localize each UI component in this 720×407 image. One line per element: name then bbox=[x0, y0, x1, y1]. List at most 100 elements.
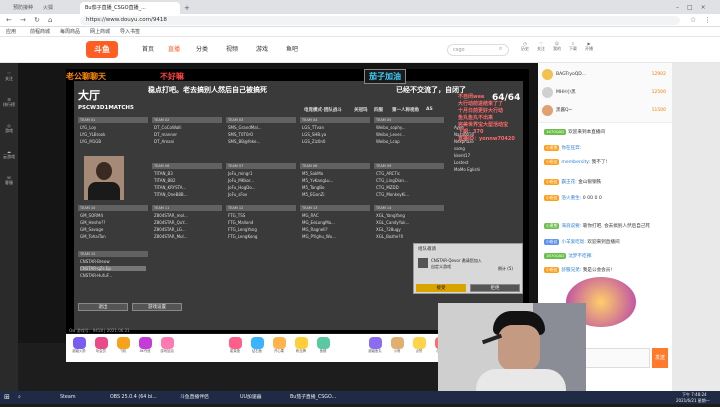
window-controls[interactable]: –□× bbox=[676, 2, 716, 14]
gift-item[interactable]: 粉丝牌 bbox=[292, 337, 310, 357]
gift-item[interactable]: 开心果 bbox=[270, 337, 288, 357]
team-header: TEAM 12 bbox=[226, 205, 296, 211]
home-icon[interactable]: ⌂ bbox=[48, 15, 52, 26]
gift-item[interactable]: 超级火箭 bbox=[70, 337, 88, 357]
taskbar-item[interactable]: 斗鱼直播伴侣 bbox=[180, 391, 209, 404]
player-slot: CTG_ARCTic bbox=[376, 171, 401, 176]
nav-fishbar[interactable]: 鱼吧 bbox=[286, 44, 298, 56]
history-icon[interactable]: ◷ 历史 bbox=[518, 41, 532, 59]
bookmark-item[interactable]: 导入书签 bbox=[120, 27, 140, 37]
nav-video[interactable]: 视频 bbox=[226, 44, 238, 56]
taskbar-search-icon[interactable]: ⌕ bbox=[18, 391, 21, 404]
player-slot: TITAN_BB2 bbox=[154, 178, 176, 183]
spectator: Nexphaze bbox=[454, 139, 474, 144]
player-slot: CTG_LingDian... bbox=[376, 178, 408, 183]
browser-tab[interactable]: 预防接种 bbox=[8, 2, 36, 14]
sidebar-item-rank[interactable]: ☰ 排行榜 bbox=[0, 97, 18, 107]
mode-label: 第一人称视角 bbox=[392, 108, 419, 113]
clock-date: 2021/6/21 星期一 bbox=[676, 398, 710, 403]
right-edge-panel bbox=[672, 63, 720, 391]
chat-message: 小粉丝 舒服兄弟: 我是公会会员! bbox=[544, 267, 613, 273]
bookmark-item[interactable]: 前程商城 bbox=[30, 27, 50, 37]
exit-button[interactable]: 退出 bbox=[78, 303, 128, 311]
gift-item[interactable]: 8K夺冠 bbox=[136, 337, 154, 357]
team-header: TEAM 04 bbox=[300, 117, 370, 123]
mode-label: 电竞模式·团队战斗 bbox=[304, 108, 342, 113]
player-slot: LGS_TTvan bbox=[302, 125, 325, 130]
chat-message: 小粉丝 小羊爱吃饭: 欢迎来到直播间 bbox=[544, 239, 620, 245]
avatar bbox=[542, 69, 553, 80]
gift-item[interactable]: 点赞 bbox=[410, 337, 428, 357]
forward-icon[interactable]: → bbox=[20, 15, 26, 26]
gift-item[interactable]: 能量值 bbox=[226, 337, 244, 357]
spectator: Lostest bbox=[454, 160, 469, 165]
player-slot: Weibo_sophy... bbox=[376, 125, 406, 130]
team-header: TEAM 10 bbox=[78, 205, 148, 211]
player-slot: LYG_Loy bbox=[80, 125, 97, 130]
gift-item[interactable]: 飞机 bbox=[114, 337, 132, 357]
nav-home[interactable]: 首页 bbox=[142, 44, 154, 56]
player-slot-selected: CNSTAR-qZs.Ep bbox=[80, 266, 146, 271]
back-icon[interactable]: ← bbox=[6, 15, 12, 26]
countdown: 倒计 (5) bbox=[498, 266, 513, 271]
site-logo[interactable]: 斗鱼 bbox=[86, 41, 118, 58]
nav-game[interactable]: 游戏 bbox=[256, 44, 268, 56]
accept-button[interactable]: 接受 bbox=[416, 284, 466, 292]
new-tab-icon[interactable]: + bbox=[184, 2, 190, 14]
bookmark-item[interactable]: 网上商城 bbox=[90, 27, 110, 37]
rank-row[interactable]: MHH小黑 12500 bbox=[542, 87, 670, 99]
sidebar-item-game[interactable]: ◎ 游戏 bbox=[0, 123, 18, 133]
dialog-title: 组队邀请 bbox=[418, 247, 436, 252]
player-slot: Z804STAR_LG... bbox=[154, 227, 186, 232]
user-icon[interactable]: ☺ 我的 bbox=[550, 41, 564, 59]
decline-button[interactable]: 拒绝 bbox=[470, 284, 520, 292]
chat-message: 小黑熊 你在狂奔: bbox=[544, 145, 582, 151]
chat-message: 小黑熊 海浪说要: 靠你打吧, 会去搞别人然后自己死 bbox=[544, 223, 651, 229]
sidebar-item-follow[interactable]: ♡ 关注 bbox=[0, 71, 18, 81]
team-header: TEAM 02 bbox=[152, 117, 222, 123]
nav-live[interactable]: 直播 bbox=[168, 44, 180, 56]
live-icon[interactable]: ▶ 开播 bbox=[582, 41, 596, 59]
gift-item[interactable]: 鱼翅 bbox=[314, 337, 332, 357]
follow-icon[interactable]: ♡ 关注 bbox=[534, 41, 548, 59]
mode-label: 四服 bbox=[374, 108, 383, 113]
gift-item[interactable]: 游戏加油 bbox=[158, 337, 176, 357]
team-header: TEAM 08 bbox=[300, 163, 370, 169]
taskbar-item[interactable]: Steam bbox=[60, 391, 76, 404]
player-slot: JoFu_HogDo... bbox=[228, 185, 256, 190]
download-icon[interactable]: ⇩ 下载 bbox=[566, 41, 580, 59]
gift-item[interactable]: 玩会员 bbox=[92, 337, 110, 357]
reload-icon[interactable]: ↻ bbox=[34, 15, 40, 26]
nav-category[interactable]: 分类 bbox=[196, 44, 208, 56]
donation-line: 完美世界宝大型活动宝 bbox=[458, 122, 509, 128]
taskbar-item[interactable]: OBS 25.0.4 (64 bi... bbox=[110, 391, 157, 404]
bookmark-item[interactable]: 应用 bbox=[6, 27, 16, 37]
spectator: MoMo Eglishi bbox=[454, 167, 481, 172]
bookmark-item[interactable]: 每周商品 bbox=[60, 27, 80, 37]
sidebar-item-service[interactable]: ☏ 客服 bbox=[0, 175, 18, 185]
gift-item[interactable]: 小熊 bbox=[388, 337, 406, 357]
overlay-text: 不好嘛 bbox=[160, 72, 184, 81]
player-slot: M5_SakMo bbox=[302, 171, 324, 176]
send-button[interactable]: 发送 bbox=[652, 348, 668, 368]
menu-icon[interactable]: ⋮ bbox=[704, 15, 711, 26]
star-icon[interactable]: ☆ bbox=[690, 15, 696, 26]
url-input[interactable]: https://www.douyu.com/9418 bbox=[80, 16, 680, 25]
taskbar-item[interactable]: UU加速器 bbox=[240, 391, 261, 404]
browser-tab-active[interactable]: Bu茄子直播_CSGO直播_... bbox=[80, 2, 180, 14]
rank-row[interactable]: BAGTryoQD... 12902 bbox=[542, 69, 670, 81]
search-icon[interactable]: ⌕ bbox=[499, 45, 502, 53]
donation-line: 十月日前更好大行动 bbox=[458, 108, 504, 114]
player-slot: LYG_YLBrook bbox=[80, 132, 106, 137]
windows-start-icon[interactable]: ⊞ bbox=[4, 391, 10, 404]
team-header: TEAM 14 bbox=[374, 205, 444, 211]
player-slot: Z804STAR_mol... bbox=[154, 213, 188, 218]
team-header: TEAM 09 bbox=[374, 163, 444, 169]
rank-row[interactable]: 黑酱Q~ 11500 bbox=[542, 105, 670, 117]
game-settings-button[interactable]: 游戏设置 bbox=[132, 303, 182, 311]
browser-tab[interactable]: 火狐 bbox=[38, 2, 66, 14]
gift-item[interactable]: 钻石鱼 bbox=[248, 337, 266, 357]
gift-item[interactable]: 超级鱼丸 bbox=[366, 337, 384, 357]
sidebar-item-cloud[interactable]: ☁ 云游戏 bbox=[0, 149, 18, 159]
taskbar-item[interactable]: Bu茄子直播_CSGO... bbox=[290, 391, 336, 404]
